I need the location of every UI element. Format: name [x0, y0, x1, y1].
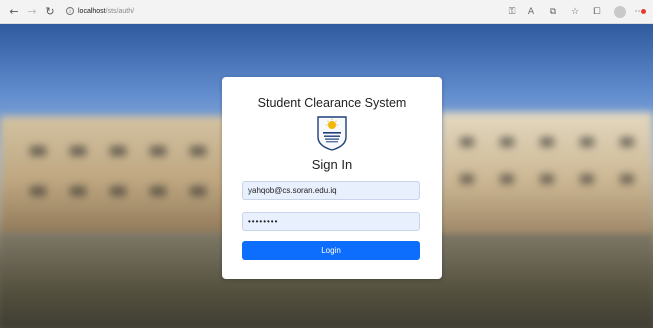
university-logo-icon — [317, 116, 347, 151]
notification-dot-icon — [641, 9, 646, 14]
page-viewport: Student Clearance System Sign In •••••••… — [0, 24, 653, 328]
background-building-right — [440, 112, 653, 240]
reload-icon[interactable]: ↻ — [42, 4, 58, 20]
login-card: Student Clearance System Sign In •••••••… — [222, 77, 442, 279]
login-button[interactable]: Login — [242, 241, 420, 260]
sign-in-heading: Sign In — [311, 157, 353, 172]
browser-toolbar: ← → ↻ i localhost/sts/auth/ ⚿ A ⧉ ☆ ⧠ ⋯ — [0, 0, 653, 24]
address-host: localhost — [78, 8, 106, 15]
forward-icon[interactable]: → — [24, 4, 40, 20]
back-icon[interactable]: ← — [6, 4, 22, 20]
address-bar[interactable]: i localhost/sts/auth/ — [66, 5, 496, 19]
address-path: /sts/auth/ — [105, 8, 135, 15]
collections-icon[interactable]: ⧠ — [590, 4, 604, 20]
background-building-left — [0, 116, 230, 236]
info-icon[interactable]: i — [66, 7, 74, 16]
read-aloud-icon[interactable]: A — [524, 4, 538, 20]
favorites-icon[interactable]: ☆ — [568, 4, 582, 20]
system-title: Student Clearance System — [257, 96, 407, 110]
profile-avatar-icon[interactable] — [614, 6, 626, 18]
key-icon[interactable]: ⚿ — [505, 4, 519, 20]
email-input[interactable] — [242, 181, 420, 200]
password-input[interactable]: •••••••• — [242, 212, 420, 231]
tab-actions-icon[interactable]: ⧉ — [546, 4, 560, 20]
